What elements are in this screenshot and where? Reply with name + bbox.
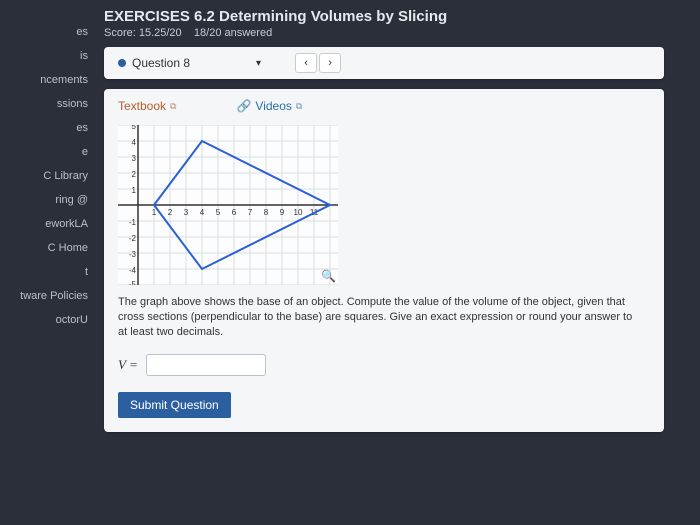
score-value: Score: 15.25/20: [104, 27, 182, 39]
status-dot-icon: [118, 59, 126, 67]
svg-text:-1: -1: [129, 218, 137, 227]
external-link-icon: ⧉: [170, 101, 176, 112]
sidebar: es is ncements ssions es e C Library rin…: [0, 0, 92, 525]
svg-text:4: 4: [200, 208, 205, 217]
svg-text:6: 6: [232, 208, 237, 217]
videos-label: Videos: [255, 99, 291, 113]
svg-text:5: 5: [216, 208, 221, 217]
answer-input[interactable]: [146, 354, 266, 376]
resource-links: Textbook ⧉ 🔗 Videos ⧉: [118, 99, 650, 113]
sidebar-item[interactable]: ssions: [0, 92, 92, 116]
svg-text:10: 10: [294, 208, 303, 217]
question-label: Question 8: [132, 56, 190, 70]
submit-button[interactable]: Submit Question: [118, 392, 231, 418]
magnify-icon[interactable]: 🔍: [321, 269, 336, 283]
textbook-link[interactable]: Textbook ⧉: [118, 99, 176, 113]
videos-link[interactable]: 🔗 Videos ⧉: [236, 99, 302, 113]
svg-text:-4: -4: [129, 266, 137, 275]
score-line: Score: 15.25/20 18/20 answered: [104, 27, 700, 39]
sidebar-item[interactable]: tware Policies: [0, 284, 92, 308]
caret-down-icon: ▾: [256, 58, 261, 69]
sidebar-item[interactable]: is: [0, 44, 92, 68]
variable-label: V =: [118, 357, 138, 373]
sidebar-item[interactable]: es: [0, 116, 92, 140]
svg-text:1: 1: [132, 186, 137, 195]
answered-count: 18/20 answered: [194, 27, 272, 39]
external-link-icon: ⧉: [296, 101, 302, 112]
sidebar-item[interactable]: eworkLA: [0, 212, 92, 236]
sidebar-item[interactable]: ring @: [0, 188, 92, 212]
textbook-label: Textbook: [118, 99, 166, 113]
sidebar-item[interactable]: C Library: [0, 164, 92, 188]
svg-text:7: 7: [248, 208, 253, 217]
svg-text:-5: -5: [129, 280, 137, 285]
svg-text:9: 9: [280, 208, 285, 217]
sidebar-item[interactable]: ncements: [0, 68, 92, 92]
svg-text:3: 3: [184, 208, 189, 217]
sidebar-item[interactable]: e: [0, 140, 92, 164]
page-title: EXERCISES 6.2 Determining Volumes by Sli…: [104, 8, 700, 25]
prev-question-button[interactable]: ‹: [295, 53, 317, 73]
question-selector-bar: Question 8 ▾ ‹ ›: [104, 47, 664, 79]
graph-area: 543 21 -1-2-3 -4-5 123 456 789 1011 🔍: [118, 125, 338, 285]
problem-statement: The graph above shows the base of an obj…: [118, 295, 638, 340]
question-card: Textbook ⧉ 🔗 Videos ⧉: [104, 89, 664, 432]
svg-text:8: 8: [264, 208, 269, 217]
svg-text:2: 2: [132, 170, 137, 179]
link-icon: 🔗: [236, 99, 251, 113]
svg-text:-3: -3: [129, 250, 137, 259]
sidebar-item[interactable]: t: [0, 260, 92, 284]
svg-text:3: 3: [132, 154, 137, 163]
base-region-graph: 543 21 -1-2-3 -4-5 123 456 789 1011: [118, 125, 338, 285]
svg-text:4: 4: [132, 138, 137, 147]
question-nav: ‹ ›: [295, 53, 341, 73]
svg-text:-2: -2: [129, 234, 137, 243]
next-question-button[interactable]: ›: [319, 53, 341, 73]
sidebar-item[interactable]: octorU: [0, 308, 92, 332]
answer-row: V =: [118, 354, 650, 376]
sidebar-item[interactable]: es: [0, 20, 92, 44]
svg-text:2: 2: [168, 208, 173, 217]
svg-text:5: 5: [132, 125, 137, 131]
question-dropdown[interactable]: Question 8 ▾: [114, 54, 265, 72]
sidebar-item[interactable]: C Home: [0, 236, 92, 260]
main-content: EXERCISES 6.2 Determining Volumes by Sli…: [92, 0, 700, 525]
